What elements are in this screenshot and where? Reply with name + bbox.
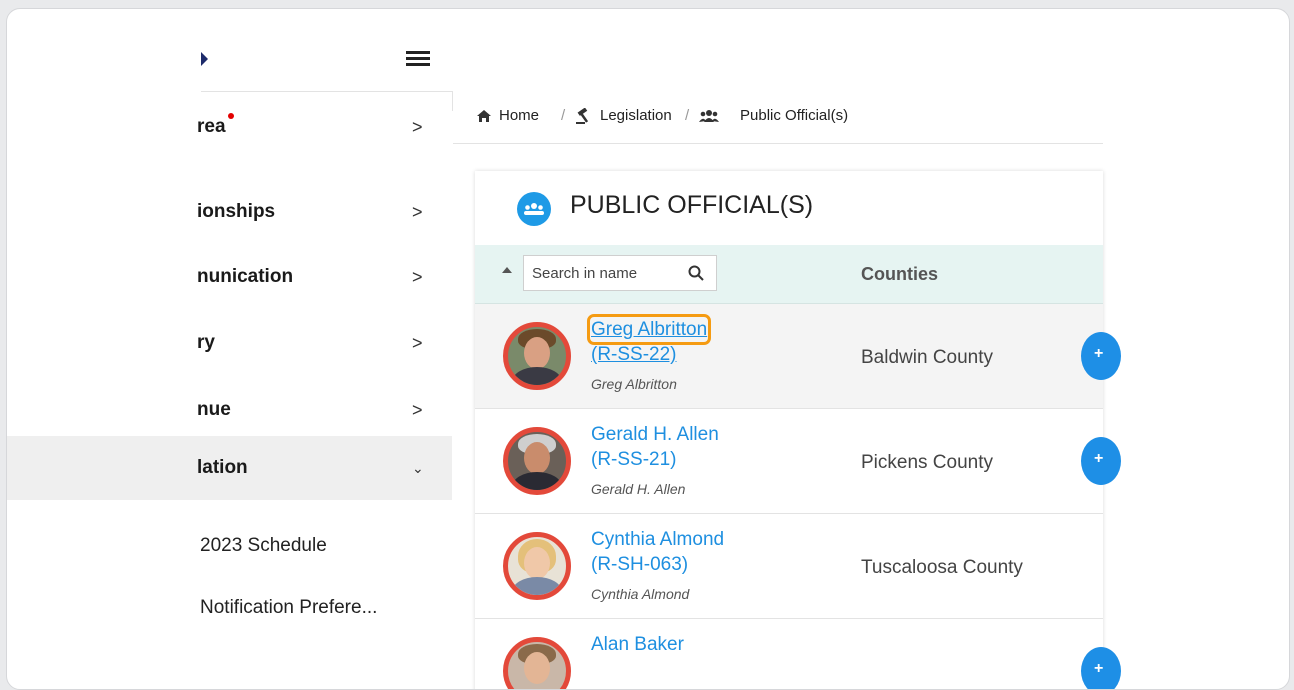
official-subname: Greg Albritton	[591, 376, 677, 392]
official-name-link[interactable]: Gerald H. Allen	[591, 423, 719, 446]
sidebar-item-directory[interactable]: ry >	[7, 311, 452, 375]
table-row: Gerald H. Allen (R-SS-21) Gerald H. Alle…	[475, 409, 1121, 514]
search-box[interactable]	[523, 255, 717, 291]
official-district-link[interactable]: (R-SS-21)	[591, 448, 677, 471]
chevron-right-icon: >	[412, 400, 423, 420]
add-button[interactable]: +	[1081, 647, 1121, 689]
page-title: PUBLIC OFFICIAL(S)	[570, 191, 814, 219]
sidebar: rea > ionships > nunication > ry > nue >…	[7, 91, 452, 689]
users-icon	[699, 110, 719, 122]
official-district-link[interactable]: (R-SH-063)	[591, 553, 688, 576]
official-subname: Cynthia Almond	[591, 586, 690, 602]
chevron-right-icon: >	[412, 333, 423, 353]
menu-icon[interactable]	[406, 51, 430, 69]
official-county: Baldwin County	[861, 347, 994, 368]
breadcrumb-home[interactable]: Home	[499, 107, 539, 124]
chevron-down-icon: ⌄	[412, 460, 424, 476]
sidebar-item-communication[interactable]: nunication >	[7, 245, 452, 309]
column-header-counties: Counties	[861, 264, 939, 284]
top-bar	[7, 9, 1289, 91]
officials-card: PUBLIC OFFICIAL(S) Counties	[475, 171, 1121, 689]
chevron-right-icon: >	[412, 202, 423, 222]
logo	[201, 52, 208, 66]
search-input[interactable]	[532, 256, 682, 290]
official-subname: Gerald H. Allen	[591, 481, 686, 497]
home-icon	[477, 110, 491, 122]
official-name-link[interactable]: Cynthia Almond	[591, 528, 724, 551]
notification-dot	[227, 113, 234, 119]
search-icon[interactable]	[688, 265, 704, 281]
table-row: Greg Albritton (R-SS-22) Greg Albritton …	[475, 304, 1121, 409]
sidebar-subitem-notification-preferences[interactable]: Notification Prefere...	[7, 578, 452, 638]
group-icon	[517, 192, 551, 226]
sidebar-item-area[interactable]: rea >	[7, 95, 452, 159]
breadcrumb-current: Public Official(s)	[740, 107, 849, 124]
official-county: Tuscaloosa County	[861, 557, 1023, 578]
avatar[interactable]	[503, 532, 571, 600]
avatar[interactable]	[503, 322, 571, 390]
table-header: Counties	[475, 245, 1103, 304]
official-name-link[interactable]: Greg Albritton	[586, 314, 712, 345]
sidebar-item-legislation[interactable]: lation ⌄	[7, 436, 452, 500]
sidebar-item-relationships[interactable]: ionships >	[7, 180, 452, 244]
app-window: rea > ionships > nunication > ry > nue >…	[6, 8, 1290, 690]
official-name-link[interactable]: Alan Baker	[591, 633, 684, 656]
table-row: Alan Baker +	[475, 619, 1121, 689]
chevron-right-icon: >	[412, 267, 423, 287]
sidebar-item-revenue[interactable]: nue >	[7, 378, 452, 442]
avatar[interactable]	[503, 427, 571, 495]
main-content: Home / Legislation / Public Official(s)	[453, 91, 1121, 689]
gavel-icon	[576, 108, 589, 124]
add-button[interactable]: +	[1081, 437, 1121, 485]
sidebar-subitem-schedule[interactable]: 2023 Schedule	[7, 516, 452, 576]
official-district-link[interactable]: (R-SS-22)	[591, 343, 677, 366]
chevron-right-icon: >	[412, 117, 423, 137]
breadcrumb-legislation[interactable]: Legislation	[600, 107, 672, 124]
official-county: Pickens County	[861, 452, 994, 473]
breadcrumb: Home / Legislation / Public Official(s)	[453, 91, 1103, 144]
add-button[interactable]: +	[1081, 332, 1121, 380]
table-row: Cynthia Almond (R-SH-063) Cynthia Almond…	[475, 514, 1103, 619]
sort-ascending-icon[interactable]	[502, 267, 512, 273]
